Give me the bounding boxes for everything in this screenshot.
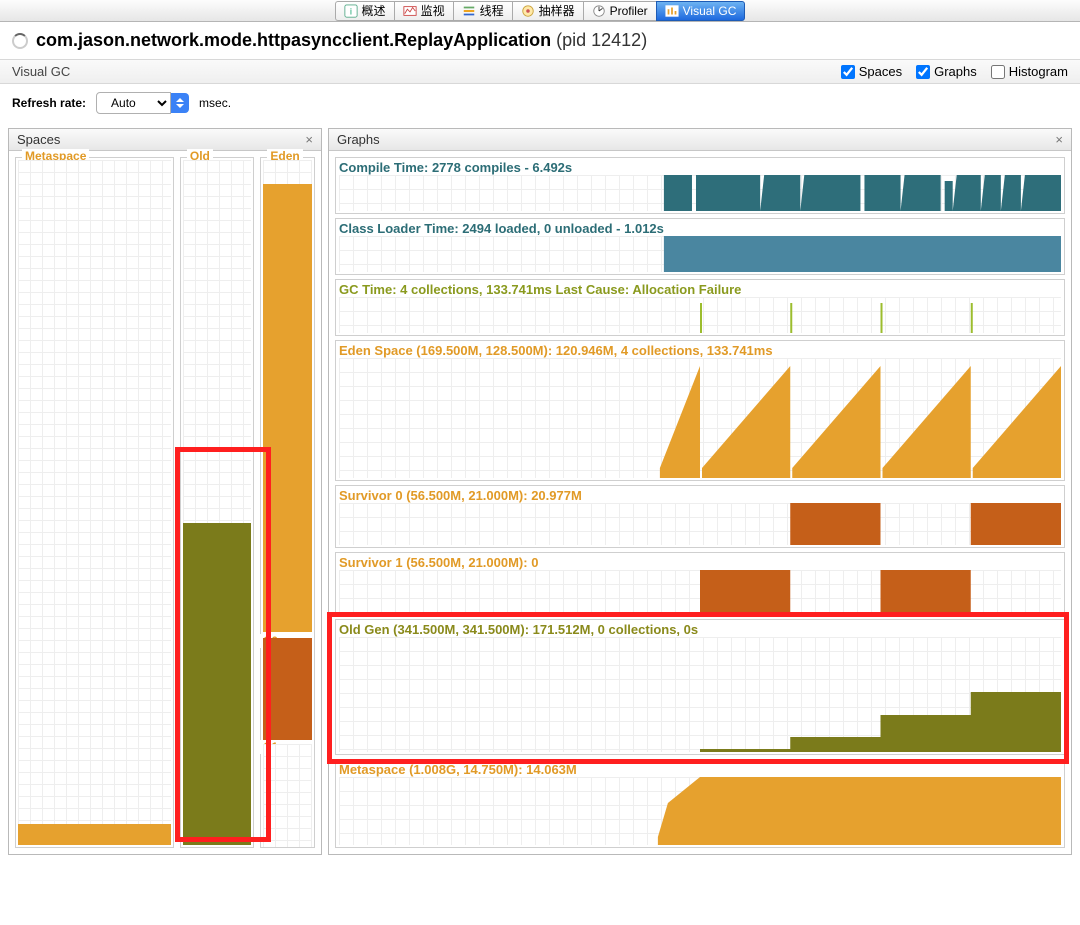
- classloader-chart: Class Loader Time: 2494 loaded, 0 unload…: [335, 218, 1065, 275]
- chart-title: GC Time: 4 collections, 133.741ms Last C…: [339, 282, 1061, 297]
- tab-profiler[interactable]: Profiler: [583, 1, 656, 21]
- chart-title: Class Loader Time: 2494 loaded, 0 unload…: [339, 221, 1061, 236]
- tab-overview[interactable]: i 概述: [335, 1, 394, 21]
- gctime-chart: GC Time: 4 collections, 133.741ms Last C…: [335, 279, 1065, 336]
- visualgc-icon: [665, 4, 679, 18]
- tab-label: Profiler: [610, 4, 648, 18]
- toolbar-tabs: i 概述 监视 线程 抽样器 Profiler Visual GC: [0, 0, 1080, 22]
- chart-title: Survivor 1 (56.500M, 21.000M): 0: [339, 555, 1061, 570]
- tab-label: Visual GC: [683, 4, 737, 18]
- profiler-icon: [592, 4, 606, 18]
- eden-fieldset: Eden S0 S1: [260, 157, 315, 848]
- checkbox-spaces[interactable]: Spaces: [841, 64, 902, 79]
- compile-time-chart: Compile Time: 2778 compiles - 6.492s: [335, 157, 1065, 214]
- metaspace-bar-chart: [18, 160, 171, 845]
- oldgen-chart: Old Gen (341.500M, 341.500M): 171.512M, …: [335, 619, 1065, 755]
- tab-label: 线程: [480, 2, 504, 19]
- metaspace-fieldset: Metaspace: [15, 157, 174, 848]
- s0-bar-chart: [263, 638, 312, 741]
- survivor1-chart: Survivor 1 (56.500M, 21.000M): 0: [335, 552, 1065, 615]
- threads-icon: [462, 4, 476, 18]
- refresh-select[interactable]: Auto: [96, 92, 189, 114]
- checkbox-graphs[interactable]: Graphs: [916, 64, 977, 79]
- chart-title: Eden Space (169.500M, 128.500M): 120.946…: [339, 343, 1061, 358]
- graphs-panel: Graphs × Compile Time: 2778 compiles - 6.…: [328, 128, 1072, 855]
- refresh-row: Refresh rate: Auto msec.: [0, 84, 1080, 122]
- chart-title: Old Gen (341.500M, 341.500M): 171.512M, …: [339, 622, 1061, 637]
- refresh-label: Refresh rate:: [12, 96, 86, 110]
- old-bar-chart: [183, 160, 252, 845]
- tab-visualgc[interactable]: Visual GC: [656, 1, 746, 21]
- old-fieldset: Old: [180, 157, 255, 848]
- title-bar: com.jason.network.mode.httpasyncclient.R…: [0, 22, 1080, 59]
- eden-bar: [263, 184, 312, 632]
- s0-bar: [263, 638, 312, 741]
- chart-title: Metaspace (1.008G, 14.750M): 14.063M: [339, 762, 1061, 777]
- app-title: com.jason.network.mode.httpasyncclient.R…: [36, 30, 647, 51]
- pid-label: (pid 12412): [556, 30, 647, 50]
- panel-title: Spaces: [17, 132, 60, 147]
- monitor-icon: [403, 4, 417, 18]
- stepper-icon[interactable]: [171, 93, 189, 113]
- close-icon[interactable]: ×: [1055, 132, 1063, 147]
- tab-monitor[interactable]: 监视: [394, 1, 453, 21]
- s1-bar-chart: [263, 744, 312, 847]
- survivor0-chart: Survivor 0 (56.500M, 21.000M): 20.977M: [335, 485, 1065, 548]
- old-bar: [183, 523, 252, 845]
- refresh-dropdown[interactable]: Auto: [96, 92, 171, 114]
- sampler-icon: [521, 4, 535, 18]
- panel-title: Graphs: [337, 132, 380, 147]
- tab-threads[interactable]: 线程: [453, 1, 512, 21]
- tab-sampler[interactable]: 抽样器: [512, 1, 583, 21]
- tab-label: 监视: [421, 2, 445, 19]
- tab-name: Visual GC: [12, 64, 70, 79]
- chart-title: Compile Time: 2778 compiles - 6.492s: [339, 160, 1061, 175]
- tab-label: 概述: [362, 2, 386, 19]
- subheader: Visual GC Spaces Graphs Histogram: [0, 59, 1080, 84]
- info-icon: i: [344, 4, 358, 18]
- checkbox-histogram[interactable]: Histogram: [991, 64, 1068, 79]
- loading-spinner-icon: [12, 33, 28, 49]
- tab-label: 抽样器: [539, 2, 575, 19]
- eden-chart: Eden Space (169.500M, 128.500M): 120.946…: [335, 340, 1065, 481]
- metaspace-chart: Metaspace (1.008G, 14.750M): 14.063M: [335, 759, 1065, 848]
- refresh-unit: msec.: [199, 96, 231, 110]
- chart-title: Survivor 0 (56.500M, 21.000M): 20.977M: [339, 488, 1061, 503]
- metaspace-bar: [18, 824, 171, 845]
- eden-bar-chart: [263, 160, 312, 632]
- spaces-panel: Spaces× Metaspace Old Eden: [8, 128, 322, 855]
- close-icon[interactable]: ×: [305, 132, 313, 147]
- svg-text:i: i: [349, 6, 351, 17]
